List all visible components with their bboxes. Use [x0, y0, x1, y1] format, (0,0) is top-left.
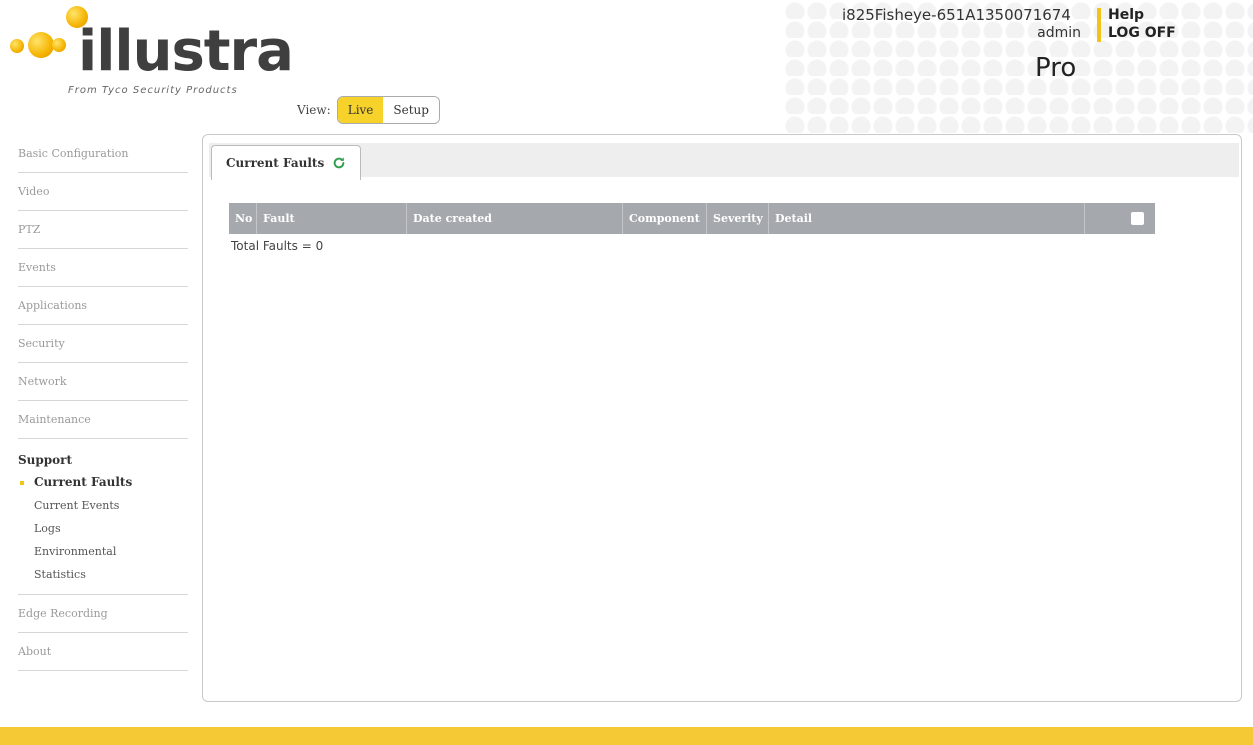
tab-current-faults[interactable]: Current Faults	[211, 145, 362, 180]
tab-strip: Current Faults	[209, 143, 1239, 180]
sidebar-subitem-current-faults[interactable]: Current Faults	[18, 471, 188, 494]
sidebar-subitem-statistics[interactable]: Statistics	[18, 563, 188, 586]
current-user: admin	[1037, 25, 1081, 41]
column-header-date-created[interactable]: Date created	[407, 203, 623, 234]
sidebar-item-support[interactable]: Support	[18, 439, 188, 471]
sidebar-subitem-label: Current Faults	[34, 475, 133, 489]
view-label: View:	[297, 103, 331, 117]
sidebar-item-security[interactable]: Security	[18, 325, 188, 363]
faults-table-header: No Fault Date created Component Severity…	[229, 203, 1155, 234]
column-header-no[interactable]: No	[229, 203, 257, 234]
sidebar-item-about[interactable]: About	[18, 633, 188, 671]
sidebar-item-basic-configuration[interactable]: Basic Configuration	[18, 135, 188, 173]
active-bullet-icon	[20, 481, 24, 485]
view-toggle: Live Setup	[336, 96, 440, 124]
header-divider	[1097, 8, 1101, 42]
refresh-icon[interactable]	[332, 156, 346, 170]
sidebar-item-events[interactable]: Events	[18, 249, 188, 287]
logo-orb-icon	[28, 32, 54, 58]
sidebar-item-edge-recording[interactable]: Edge Recording	[18, 595, 188, 633]
sidebar-group-support: Support Current Faults Current Events Lo…	[18, 439, 188, 595]
sidebar-item-network[interactable]: Network	[18, 363, 188, 401]
logo-orb-icon	[52, 38, 66, 52]
sidebar-item-maintenance[interactable]: Maintenance	[18, 401, 188, 439]
footer-bar	[0, 727, 1253, 745]
logo-tagline: From Tyco Security Products	[68, 85, 238, 96]
illustra-logo: illustra From Tyco Security Products	[10, 6, 294, 101]
column-header-detail[interactable]: Detail	[769, 203, 1085, 234]
logo-wordmark: illustra	[78, 19, 294, 84]
column-header-component[interactable]: Component	[623, 203, 707, 234]
main-panel: Current Faults No Fault Date created Com…	[202, 134, 1242, 702]
view-switcher: View: Live Setup	[297, 96, 440, 124]
sidebar-item-applications[interactable]: Applications	[18, 287, 188, 325]
column-header-severity[interactable]: Severity	[707, 203, 769, 234]
view-live-button[interactable]: Live	[337, 97, 384, 123]
header: illustra From Tyco Security Products Vie…	[0, 0, 1253, 135]
sidebar-item-video[interactable]: Video	[18, 173, 188, 211]
column-header-fault[interactable]: Fault	[257, 203, 407, 234]
sidebar-subitem-environmental[interactable]: Environmental	[18, 540, 188, 563]
logo-orb-icon	[10, 39, 24, 53]
logoff-link[interactable]: LOG OFF	[1108, 25, 1176, 41]
edition-label: Pro	[1035, 53, 1077, 83]
select-all-checkbox[interactable]	[1131, 212, 1144, 225]
device-name: i825Fisheye-651A1350071674	[842, 6, 1071, 24]
tab-label: Current Faults	[226, 156, 325, 170]
help-link[interactable]: Help	[1108, 7, 1144, 23]
sidebar-item-ptz[interactable]: PTZ	[18, 211, 188, 249]
sidebar-subitem-current-events[interactable]: Current Events	[18, 494, 188, 517]
sidebar-subitem-logs[interactable]: Logs	[18, 517, 188, 540]
total-faults-text: Total Faults = 0	[231, 239, 324, 253]
sidebar-nav: Basic Configuration Video PTZ Events App…	[18, 135, 188, 671]
view-setup-button[interactable]: Setup	[383, 97, 439, 123]
